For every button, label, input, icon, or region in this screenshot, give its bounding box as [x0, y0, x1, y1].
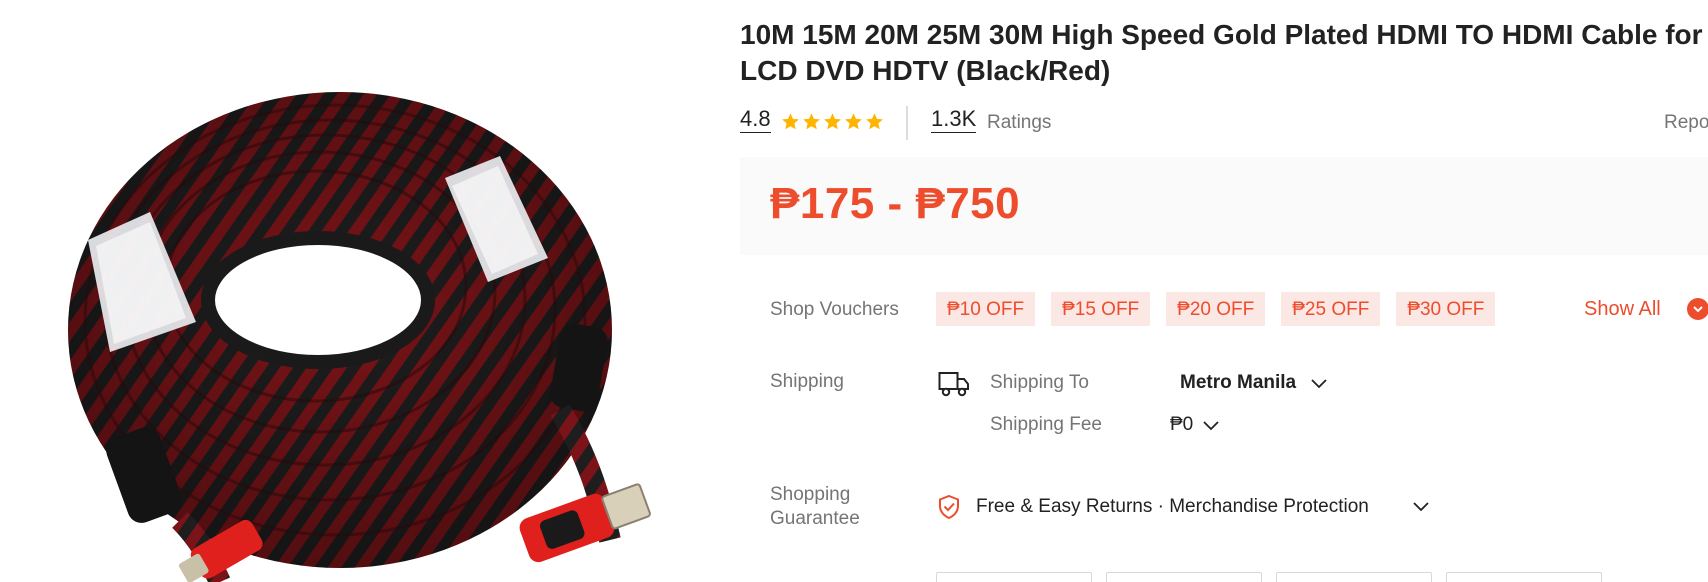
- variation-option[interactable]: [1446, 572, 1602, 582]
- star-icon: [782, 113, 799, 130]
- chevron-down-icon[interactable]: [1687, 298, 1708, 320]
- star-icon: [824, 113, 841, 130]
- divider: [906, 106, 908, 140]
- guarantee-label-line1: Shopping: [770, 484, 851, 505]
- variation-option[interactable]: [1106, 572, 1262, 582]
- vouchers-label: Shop Vouchers: [770, 299, 899, 320]
- shipping-label: Shipping: [770, 371, 844, 392]
- product-info: 10M 15M 20M 25M 30M High Speed Gold Plat…: [740, 0, 1708, 582]
- truck-icon: [938, 372, 969, 397]
- show-all-vouchers-button[interactable]: Show All: [1584, 298, 1661, 321]
- star-icon: [845, 113, 862, 130]
- star-icon: [866, 113, 883, 130]
- ratings-count[interactable]: 1.3K: [931, 106, 977, 133]
- star-icon: [803, 113, 820, 130]
- voucher-list: ₱10 OFF ₱15 OFF ₱20 OFF ₱25 OFF ₱30 OFF: [936, 292, 1496, 326]
- voucher-chip[interactable]: ₱10 OFF: [936, 292, 1036, 326]
- voucher-chip[interactable]: ₱20 OFF: [1166, 292, 1266, 326]
- guarantee-label-line2: Guarantee: [770, 508, 860, 529]
- shipping-fee-label: Shipping Fee: [990, 414, 1102, 435]
- price-section: ₱175 - ₱750: [740, 157, 1708, 255]
- rating-score[interactable]: 4.8: [740, 106, 771, 133]
- shipping-destination[interactable]: Metro Manila: [1180, 372, 1296, 394]
- rating-row: 4.8 1.3K Ratings Report: [740, 104, 1708, 140]
- voucher-chip[interactable]: ₱15 OFF: [1051, 292, 1151, 326]
- chevron-down-icon[interactable]: [1202, 419, 1220, 433]
- chevron-down-icon[interactable]: [1412, 500, 1430, 514]
- variation-option[interactable]: [1276, 572, 1432, 582]
- shipping-fee-value[interactable]: ₱0: [1170, 414, 1193, 436]
- ratings-label: Ratings: [987, 112, 1052, 133]
- chevron-down-icon[interactable]: [1310, 377, 1328, 391]
- product-page: 10M 15M 20M 25M 30M High Speed Gold Plat…: [0, 0, 1708, 582]
- product-title: 10M 15M 20M 25M 30M High Speed Gold Plat…: [740, 19, 1703, 86]
- guarantee-text[interactable]: Free & Easy Returns · Merchandise Protec…: [976, 496, 1369, 518]
- product-image[interactable]: [0, 0, 700, 582]
- voucher-chip[interactable]: ₱25 OFF: [1281, 292, 1381, 326]
- variation-option[interactable]: [936, 572, 1092, 582]
- voucher-chip[interactable]: ₱30 OFF: [1396, 292, 1496, 326]
- shield-icon: [939, 494, 959, 520]
- shipping-to-label: Shipping To: [990, 372, 1089, 393]
- report-link[interactable]: Report: [1664, 112, 1708, 134]
- hdmi-cable-image: [68, 92, 651, 582]
- variation-options: [936, 572, 1602, 582]
- star-rating: [781, 112, 884, 132]
- price-range: ₱175 - ₱750: [770, 179, 1021, 228]
